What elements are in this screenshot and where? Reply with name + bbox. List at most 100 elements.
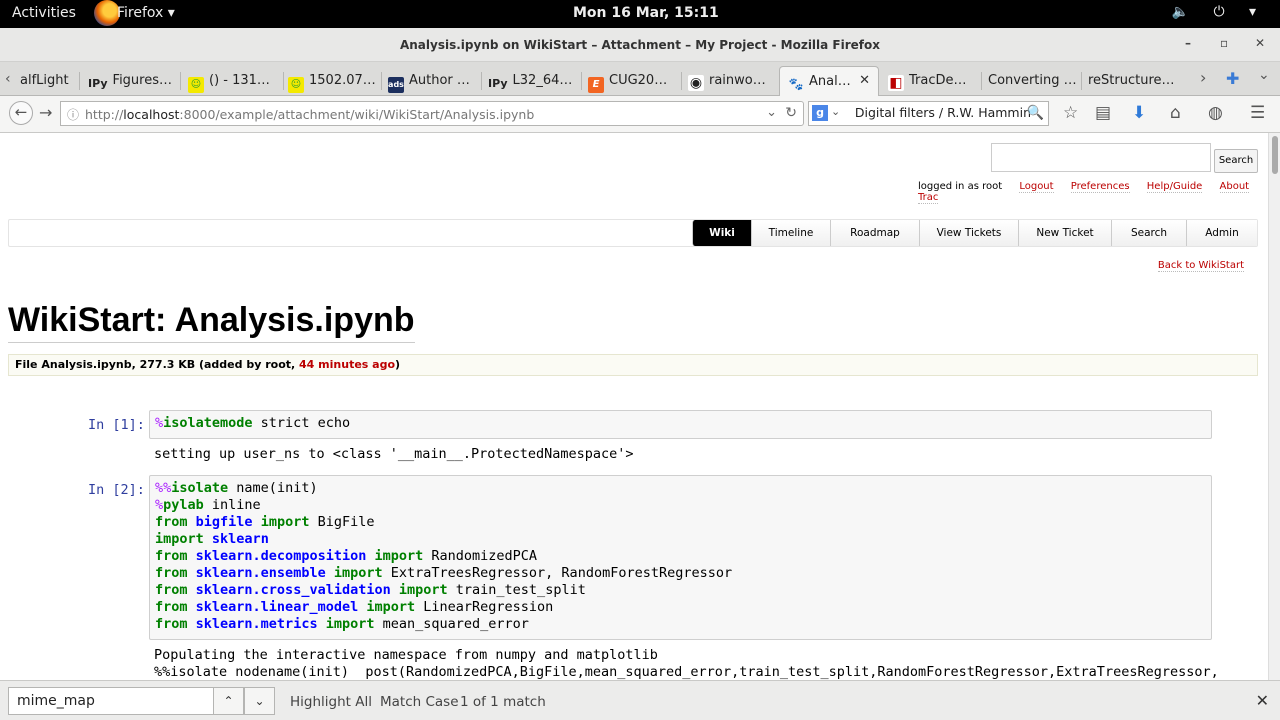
url-text[interactable]: http://localhost:8000/example/attachment… [85,107,534,122]
tab[interactable]: IPy L32_64… [484,66,578,96]
chat-icon[interactable]: ◍ [1208,103,1223,123]
tab-label: Figures… [112,73,172,88]
back-icon[interactable]: ← [9,101,33,125]
code-cell[interactable]: %%isolate name(init) %pylab inline from … [149,475,1212,640]
tab[interactable]: reStructure… [1084,66,1194,96]
page-content: Search logged in as root Logout Preferen… [0,133,1268,680]
maximize-button[interactable]: ▫ [1220,36,1228,50]
tab[interactable]: IPy Figures… [84,66,176,96]
page-title: WikiStart: Analysis.ipynb [8,301,415,343]
smiley-icon: ☺ [188,77,204,93]
find-status: 1 of 1 match [460,694,546,710]
ipython-icon: IPy [488,77,508,90]
scrollbar-thumb[interactable] [1272,136,1278,174]
bookmark-star-icon[interactable]: ☆ [1063,103,1078,123]
context-navigation: Back to WikiStart [1157,260,1244,272]
tab-label: () - 131… [209,73,270,88]
tab[interactable]: ads Author … [384,66,478,96]
input-prompt: In [1]: [88,417,145,433]
close-window-button[interactable]: ✕ [1255,36,1265,50]
tab-label: 1502.07… [309,73,376,88]
nav-roadmap[interactable]: Roadmap [830,220,919,246]
cell-output: setting up user_ns to <class '__main__.P… [154,446,634,462]
find-next-icon[interactable]: ⌄ [244,687,275,715]
logout-link[interactable]: Logout [1019,181,1054,193]
window-title: Analysis.ipynb on WikiStart – Attachment… [399,38,881,52]
downloads-icon[interactable]: ⬇ [1132,103,1146,123]
find-previous-icon[interactable]: ⌃ [213,687,244,715]
window-title-bar: Analysis.ipynb on WikiStart – Attachment… [0,28,1280,62]
google-icon[interactable]: g [812,105,828,121]
github-icon: ◉ [688,75,704,91]
logged-in-label: logged in as root [918,181,1003,192]
help-guide-link[interactable]: Help/Guide [1146,181,1203,193]
close-tab-icon[interactable]: ✕ [859,73,870,88]
search-icon[interactable]: 🔍 [1027,105,1044,121]
code-cell[interactable]: %isolatemode strict echo [149,410,1212,439]
system-tray[interactable]: 🔈 ⏻ ▾ [1172,4,1266,20]
match-case-toggle[interactable]: Match Case [380,694,459,710]
ads-icon: ads [388,77,404,93]
minimize-button[interactable]: – [1185,36,1191,50]
tab-label: TracDe… [909,73,967,88]
tab-scroll-right-icon[interactable]: › [1200,68,1206,87]
page-scrollbar[interactable] [1268,133,1280,680]
input-prompt: In [2]: [88,482,145,498]
nav-search[interactable]: Search [1111,220,1186,246]
site-info-icon[interactable]: ⓘ [67,106,79,123]
tab[interactable]: alfLight [16,66,78,96]
menu-icon[interactable]: ☰ [1250,103,1265,123]
search-input[interactable] [849,105,1031,120]
home-icon[interactable]: ⌂ [1170,103,1181,123]
tab-label: CUG20… [609,73,668,88]
tab[interactable]: ☺ 1502.07… [284,66,376,96]
trac-doc-icon: ◧ [888,75,904,91]
preferences-link[interactable]: Preferences [1070,181,1130,193]
tab-label: rainwo… [709,73,766,88]
tab[interactable]: ◉ rainwo… [684,66,778,96]
search-engine-dropdown-icon[interactable]: ⌄ [831,105,840,118]
find-input[interactable] [8,687,214,715]
reload-icon[interactable]: ↻ [785,105,797,121]
activities-button[interactable]: Activities [12,5,76,21]
back-to-wikistart-link[interactable]: Back to WikiStart [1157,260,1244,272]
trac-search-button[interactable]: Search [1214,149,1258,173]
tab[interactable]: Converting … [984,66,1078,96]
tab-scroll-left-icon[interactable]: ‹ [5,71,11,87]
nav-view-tickets[interactable]: View Tickets [919,220,1018,246]
url-bar[interactable]: ⓘ http://localhost:8000/example/attachme… [60,101,804,126]
cell-output: Populating the interactive namespace fro… [154,647,658,663]
reading-list-icon[interactable]: ▤ [1095,103,1111,123]
forward-icon[interactable]: → [39,103,52,122]
nav-wiki[interactable]: Wiki [692,220,751,246]
nav-timeline[interactable]: Timeline [751,220,830,246]
close-find-bar-icon[interactable]: ✕ [1256,691,1269,710]
find-bar: ⌃ ⌄ Highlight All Match Case 1 of 1 matc… [0,680,1280,720]
file-info-bar: File Analysis.ipynb, 277.3 KB (added by … [8,354,1258,376]
tab-label: Anal… [809,74,851,89]
clock[interactable]: Mon 16 Mar, 15:11 [573,5,719,21]
search-bar[interactable]: g ⌄ 🔍 [808,101,1049,126]
navigation-toolbar: ← → ⓘ http://localhost:8000/example/atta… [0,96,1280,133]
app-menu[interactable]: Firefox ▾ [117,5,175,21]
list-all-tabs-icon[interactable]: ⌄ [1258,67,1270,83]
tab[interactable]: ◧ TracDe… [884,66,978,96]
tab-label: L32_64… [512,73,573,88]
meta-navigation: logged in as root Logout Preferences Hel… [918,181,1268,204]
nav-admin[interactable]: Admin [1186,220,1257,246]
timestamp-link[interactable]: 44 minutes ago [299,358,395,371]
highlight-all-toggle[interactable]: Highlight All [290,694,372,710]
ipython-icon: IPy [88,77,108,90]
trac-search-input[interactable] [991,143,1211,172]
tab-label: reStructure… [1088,73,1175,88]
e-logo-icon: E [588,77,604,93]
tab-label: Converting … [988,73,1077,88]
tab-active[interactable]: 🐾 Anal… ✕ [779,66,879,96]
tab[interactable]: E CUG20… [584,66,678,96]
tab[interactable]: ☺ () - 131… [184,66,279,96]
nav-new-ticket[interactable]: New Ticket [1018,220,1111,246]
tab-strip: ‹ alfLight IPy Figures… ☺ () - 131… ☺ 1502.… [0,62,1280,96]
url-dropdown-icon[interactable]: ⌄ [766,105,777,120]
new-tab-icon[interactable]: ✚ [1226,69,1239,88]
tab-label: Author … [409,73,470,88]
